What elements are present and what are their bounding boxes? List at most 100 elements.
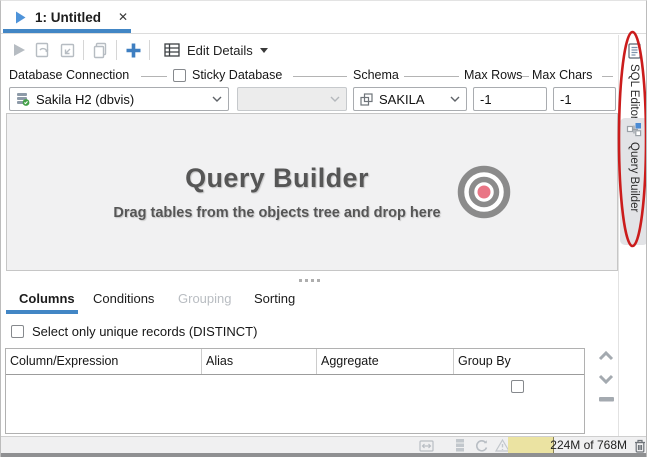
edit-details-label: Edit Details	[187, 43, 253, 58]
columns-icon	[455, 439, 465, 452]
chevron-up-icon	[598, 351, 614, 361]
columns-grid: Column/Expression Alias Aggregate Group …	[5, 348, 585, 434]
query-builder-drop-area[interactable]: Query Builder Drag tables from the objec…	[6, 113, 618, 271]
header-aggregate[interactable]: Aggregate	[317, 349, 454, 374]
header-group-by[interactable]: Group By	[454, 349, 584, 374]
main-toolbar: Edit Details	[1, 35, 616, 65]
toolbar-separator	[83, 40, 84, 60]
memory-label: 224M of 768M	[550, 438, 627, 452]
fit-width-button[interactable]	[419, 438, 434, 453]
toolbar-separator	[149, 40, 150, 60]
minus-icon	[599, 397, 614, 402]
move-down-button[interactable]	[595, 374, 617, 384]
tab-grouping: Grouping	[178, 291, 231, 306]
refresh-button[interactable]	[474, 438, 489, 453]
drop-area-text: Query Builder Drag tables from the objec…	[113, 163, 440, 221]
schema-select[interactable]: SAKILA	[353, 87, 467, 111]
window-bottom-edge	[1, 453, 646, 457]
max-rows-field-wrap	[473, 87, 547, 111]
max-rows-input[interactable]	[480, 92, 540, 107]
drop-area-title: Query Builder	[113, 163, 440, 194]
document-tab-bar: 1: Untitled ✕	[1, 1, 646, 34]
chevron-down-icon	[330, 96, 340, 102]
copy-icon	[92, 42, 108, 59]
tab-title: 1: Untitled	[35, 10, 101, 25]
add-button[interactable]	[121, 38, 145, 62]
plus-icon	[125, 42, 142, 59]
columns-grid-header: Column/Expression Alias Aggregate Group …	[6, 349, 584, 375]
chevron-down-icon	[598, 374, 614, 384]
memory-monitor[interactable]: 224M of 768M	[508, 437, 629, 453]
sql-editor-tab-label: SQL Editor	[628, 64, 640, 120]
database-connection-value: Sakila H2 (dbvis)	[36, 92, 212, 107]
reload-script-icon	[35, 42, 52, 59]
schema-label: Schema	[353, 68, 399, 82]
trash-icon	[634, 439, 646, 453]
sticky-database-label: Sticky Database	[192, 68, 282, 82]
query-builder-tab-label: Query Builder	[628, 142, 640, 212]
max-chars-label: Max Chars	[532, 68, 592, 82]
fit-width-icon	[419, 440, 434, 452]
sql-editor-icon	[627, 43, 642, 59]
database-connection-label: Database Connection	[9, 68, 129, 82]
schema-value: SAKILA	[379, 92, 450, 107]
divider-line	[404, 76, 459, 77]
tab-play-icon	[15, 11, 26, 24]
insert-template-button[interactable]	[55, 38, 79, 62]
tab-conditions[interactable]: Conditions	[93, 291, 154, 306]
database-select-disabled[interactable]	[237, 87, 347, 111]
max-chars-input[interactable]	[560, 92, 609, 107]
divider-line	[602, 76, 613, 77]
close-icon[interactable]: ✕	[118, 10, 128, 24]
tab-columns[interactable]: Columns	[19, 291, 75, 306]
database-connection-icon	[16, 92, 30, 106]
edit-details-icon	[164, 43, 180, 57]
header-alias[interactable]: Alias	[202, 349, 317, 374]
edit-details-button[interactable]: Edit Details	[156, 40, 276, 61]
divider-line	[141, 76, 167, 77]
tab-sorting[interactable]: Sorting	[254, 291, 295, 306]
refresh-icon	[475, 439, 489, 453]
status-bar: 224M of 768M	[1, 436, 646, 453]
tab-sql-editor[interactable]: SQL Editor	[620, 39, 647, 127]
play-icon	[13, 43, 26, 57]
query-builder-icon	[626, 122, 642, 137]
divider-line	[293, 76, 347, 77]
database-connection-select[interactable]: Sakila H2 (dbvis)	[9, 87, 229, 111]
execute-button[interactable]	[7, 38, 31, 62]
connection-labels-row: Database Connection Sticky Database Sche…	[1, 67, 646, 85]
header-column-expression[interactable]: Column/Expression	[6, 349, 202, 374]
max-chars-field-wrap	[553, 87, 616, 111]
splitter-handle[interactable]	[299, 279, 320, 282]
chevron-down-icon	[212, 96, 222, 102]
active-builder-tab-underline	[6, 310, 78, 314]
chevron-down-icon	[450, 96, 460, 102]
copy-button[interactable]	[88, 38, 112, 62]
active-tab-underline	[3, 29, 131, 33]
tab-untitled[interactable]: 1: Untitled ✕	[3, 3, 140, 31]
query-builder-window: 1: Untitled ✕	[0, 0, 647, 457]
max-rows-label: Max Rows	[464, 68, 522, 82]
columns-grid-body	[6, 375, 584, 433]
editor-mode-tab-strip: SQL Editor Query Builder	[618, 35, 647, 436]
move-up-button[interactable]	[595, 351, 617, 361]
distinct-label: Select only unique records (DISTINCT)	[32, 324, 257, 339]
drop-area-subtitle: Drag tables from the objects tree and dr…	[113, 205, 440, 221]
schema-icon	[360, 93, 373, 106]
target-icon	[457, 165, 511, 219]
remove-row-button[interactable]	[595, 397, 617, 402]
garbage-collect-button[interactable]	[632, 438, 647, 453]
connection-controls-row: Sakila H2 (dbvis) SAKILA	[1, 87, 646, 111]
reload-script-button[interactable]	[31, 38, 55, 62]
memory-usage-fill	[508, 437, 554, 453]
page-arrow-icon	[59, 42, 76, 59]
row-controls	[595, 351, 617, 415]
group-by-checkbox[interactable]	[511, 380, 524, 393]
builder-tab-bar: Columns Conditions Grouping Sorting	[1, 288, 616, 314]
chevron-down-icon	[260, 48, 268, 53]
tab-query-builder[interactable]: Query Builder	[620, 118, 647, 245]
divider-line	[522, 76, 529, 77]
distinct-checkbox[interactable]	[11, 325, 24, 338]
sticky-database-checkbox[interactable]	[173, 69, 186, 82]
column-layout-button[interactable]	[452, 438, 467, 453]
